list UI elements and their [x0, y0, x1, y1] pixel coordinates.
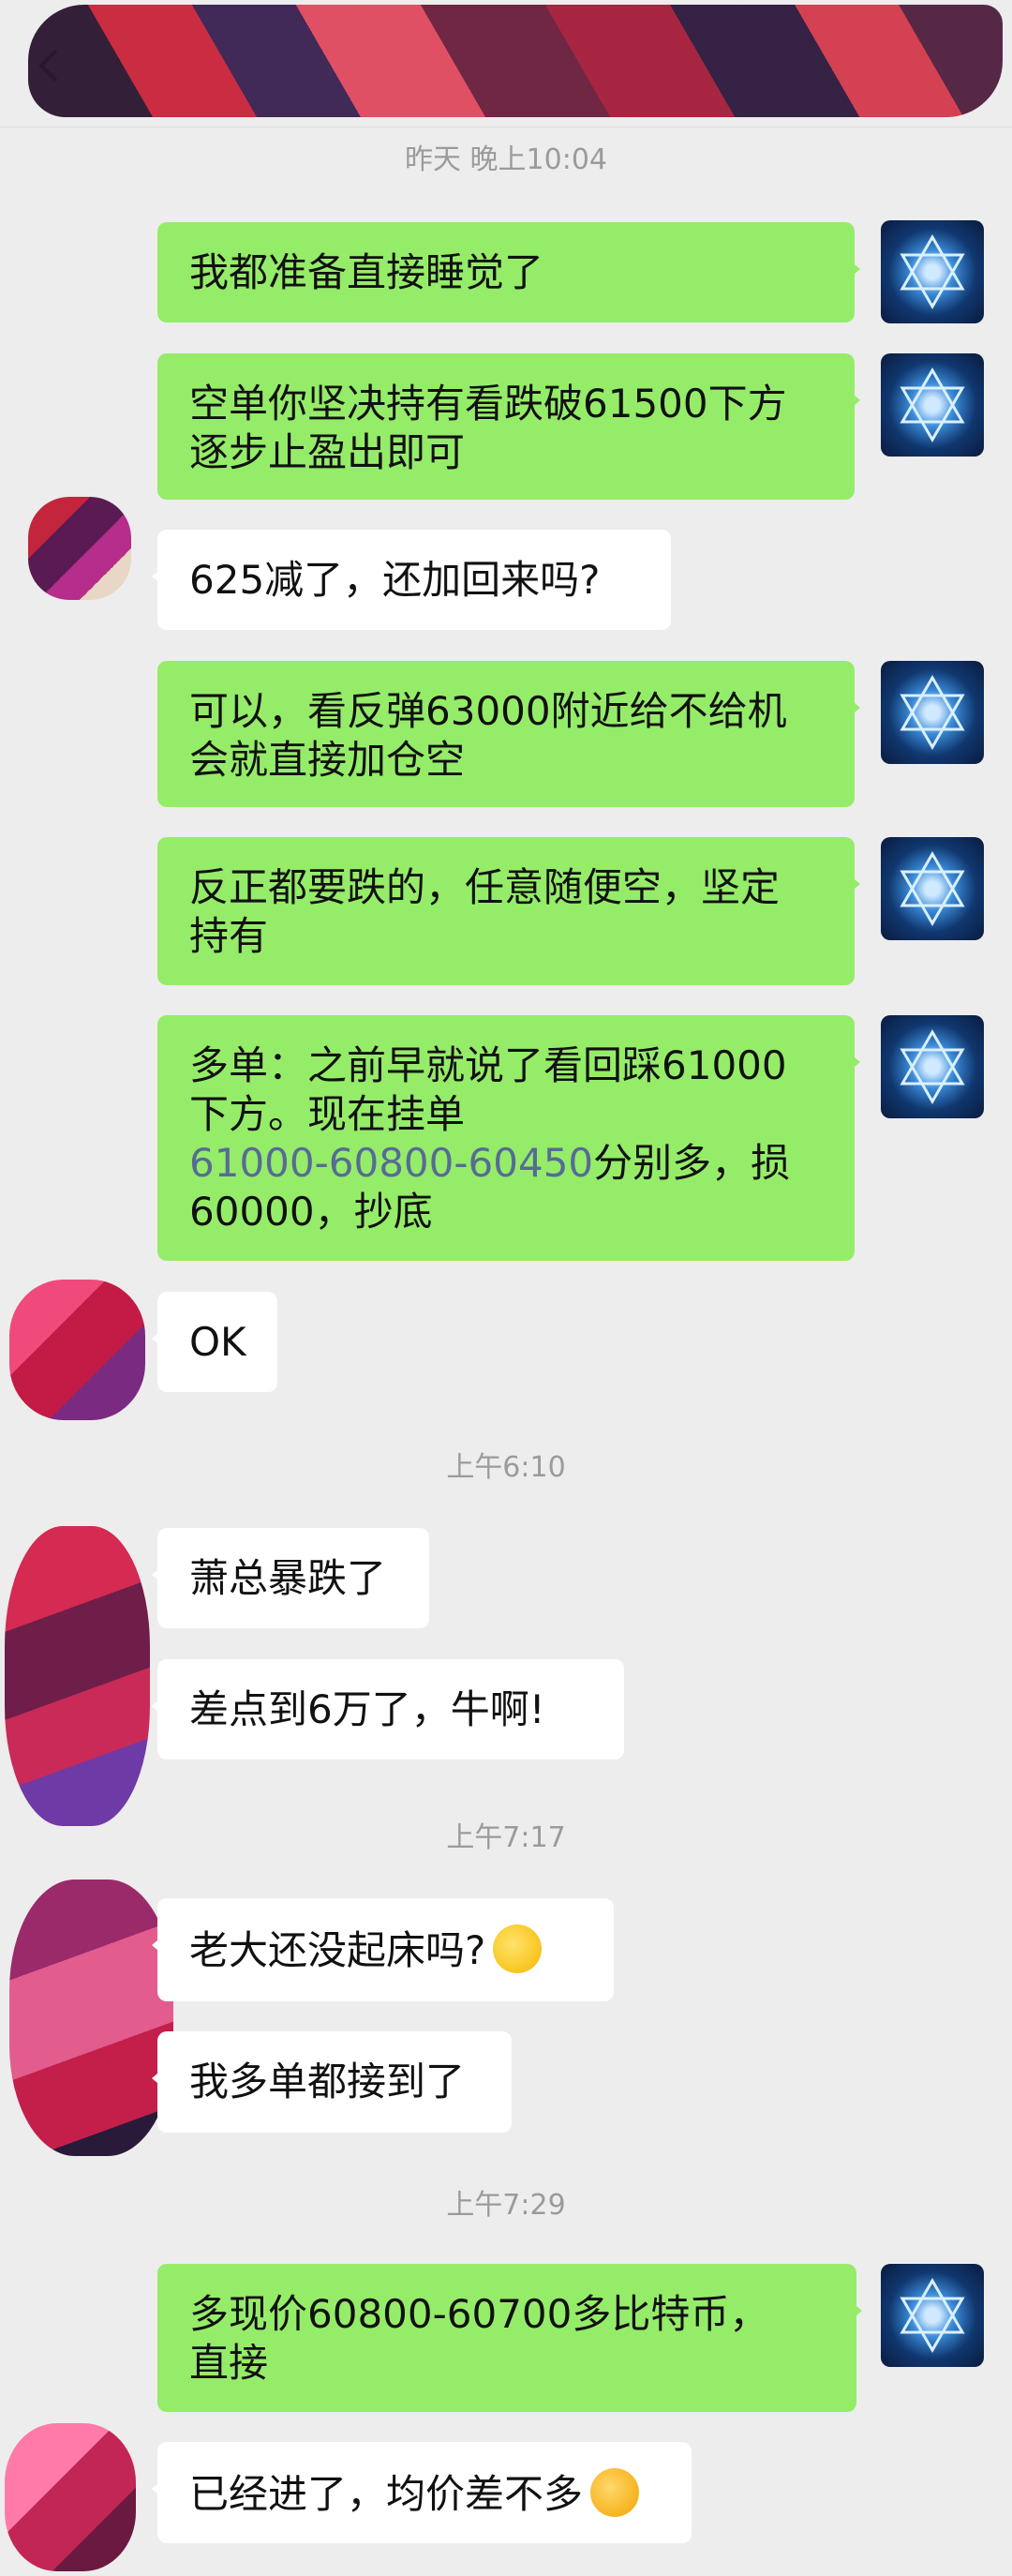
contact-avatar[interactable]	[28, 497, 131, 600]
thinking-face-icon	[493, 1925, 543, 1973]
star-of-david-icon	[900, 2278, 965, 2353]
message-bubble-other[interactable]: 差点到6万了，牛啊!	[152, 1659, 624, 1760]
my-avatar[interactable]	[881, 220, 984, 323]
timestamp: 昨天 晚上10:04	[405, 143, 607, 176]
contact-avatar[interactable]	[5, 1526, 150, 1826]
message-bubble-me[interactable]: 多单：之前早就说了看回踩61000 下方。现在挂单 61000-60800-60…	[157, 1015, 860, 1261]
my-avatar[interactable]	[881, 837, 984, 940]
message-bubble-me[interactable]: 反正都要跌的，任意随便空，坚定 持有	[157, 837, 860, 985]
message-bubble-me[interactable]: 空单你坚决持有看跌破61500下方 逐步止盈出即可	[157, 353, 860, 500]
chat-header	[0, 0, 1012, 127]
message-bubble-other[interactable]: 老大还没起床吗?	[152, 1898, 614, 2001]
message-bubble-other[interactable]: OK	[152, 1292, 277, 1392]
my-avatar[interactable]	[881, 1015, 984, 1118]
timestamp: 上午7:17	[446, 1821, 566, 1854]
message-bubble-other[interactable]: 我多单都接到了	[152, 2031, 512, 2133]
redacted-chat-title	[28, 5, 1003, 117]
timestamp: 上午7:29	[446, 2189, 566, 2222]
price-link[interactable]: 61000-60800-60450	[189, 1140, 593, 1186]
message-bubble-other[interactable]: 萧总暴跌了	[152, 1528, 429, 1628]
contact-avatar[interactable]	[9, 1280, 145, 1420]
message-bubble-other[interactable]: 已经进了，均价差不多	[152, 2442, 692, 2543]
star-of-david-icon	[900, 675, 965, 750]
message-bubble-me[interactable]: 我都准备直接睡觉了	[157, 222, 860, 322]
message-bubble-me[interactable]: 可以，看反弹63000附近给不给机 会就直接加仓空	[157, 661, 860, 807]
star-of-david-icon	[900, 234, 965, 309]
timestamp: 上午6:10	[446, 1451, 566, 1484]
message-text: 已经进了，均价差不多	[189, 2471, 584, 2517]
message-bubble-other[interactable]: 625减了，还加回来吗?	[152, 530, 671, 630]
my-avatar[interactable]	[881, 2264, 984, 2367]
star-of-david-icon	[900, 367, 965, 442]
message-text: 老大还没起床吗?	[189, 1927, 486, 1973]
my-avatar[interactable]	[881, 353, 984, 457]
contact-avatar[interactable]	[5, 2423, 136, 2571]
heart-eyes-face-icon	[590, 2468, 640, 2517]
message-bubble-me[interactable]: 多现价60800-60700多比特币， 直接	[157, 2264, 862, 2412]
my-avatar[interactable]	[881, 661, 984, 764]
message-text: 多单：之前早就说了看回踩61000 下方。现在挂单	[189, 1042, 787, 1137]
contact-avatar[interactable]	[9, 1880, 173, 2156]
star-of-david-icon	[900, 1029, 965, 1104]
star-of-david-icon	[900, 851, 965, 926]
